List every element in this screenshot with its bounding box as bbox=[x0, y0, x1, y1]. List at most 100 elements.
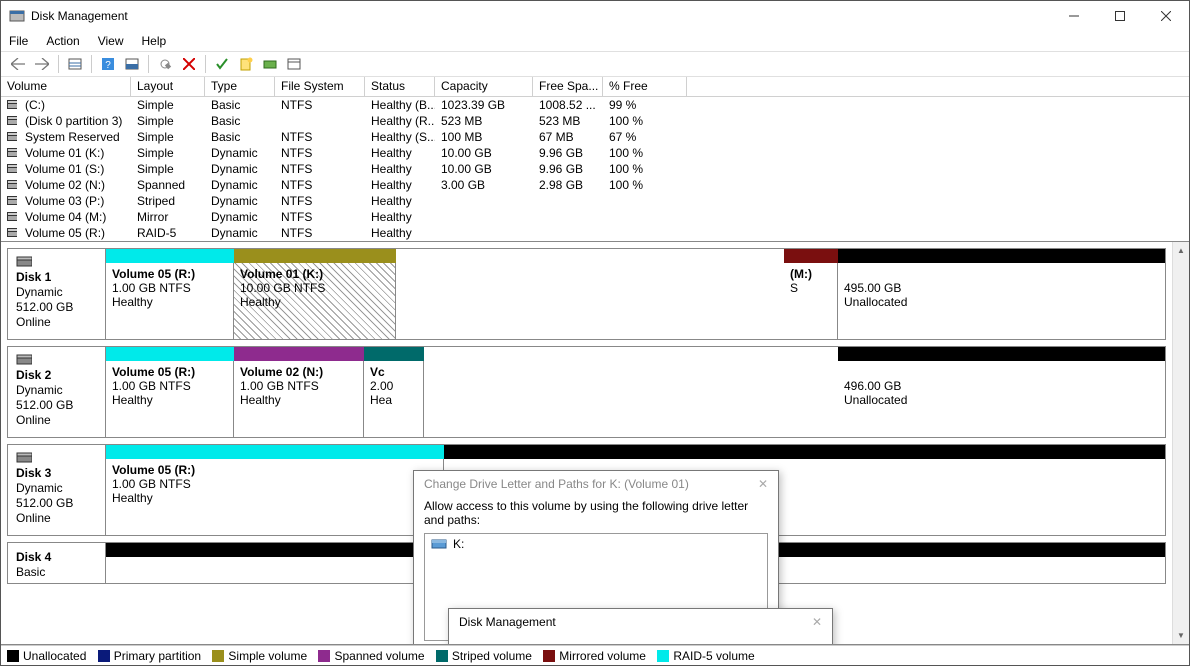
volume-type: Dynamic bbox=[205, 162, 275, 176]
volume-row[interactable]: Volume 05 (R:)RAID-5DynamicNTFSHealthy bbox=[1, 225, 1189, 241]
volume-status: Healthy bbox=[365, 226, 435, 240]
partition-size: 10.00 GB NTFS bbox=[240, 281, 389, 295]
col-volume[interactable]: Volume bbox=[1, 77, 131, 96]
maximize-button[interactable] bbox=[1097, 1, 1143, 31]
menu-view[interactable]: View bbox=[98, 34, 124, 48]
volume-name: Volume 01 (S:) bbox=[19, 162, 131, 176]
confirm-remove-dialog: Disk Management ✕ ! Some programs that r… bbox=[448, 608, 833, 645]
forward-button[interactable] bbox=[31, 53, 53, 75]
disk-header[interactable]: Disk 2 Dynamic 512.00 GB Online bbox=[8, 347, 106, 437]
partition-cell[interactable]: Volume 05 (R:) 1.00 GB NTFS Healthy bbox=[106, 263, 234, 339]
volume-layout: Spanned bbox=[131, 178, 205, 192]
drive-letter-entry: K: bbox=[453, 537, 464, 551]
volume-status: Healthy bbox=[365, 210, 435, 224]
disk-block: Disk 2 Dynamic 512.00 GB Online Volume 0… bbox=[7, 346, 1166, 438]
volume-pct: 100 % bbox=[603, 114, 687, 128]
volume-icon bbox=[1, 116, 19, 127]
volume-name: System Reserved bbox=[19, 130, 131, 144]
volume-row[interactable]: Volume 02 (N:)SpannedDynamicNTFSHealthy3… bbox=[1, 177, 1189, 193]
partition-cell[interactable]: (M:) S bbox=[784, 263, 838, 339]
volume-fs: NTFS bbox=[275, 162, 365, 176]
properties-button[interactable] bbox=[283, 53, 305, 75]
partition-size: 496.00 GB bbox=[844, 379, 1159, 393]
col-file-system[interactable]: File System bbox=[275, 77, 365, 96]
partition-unallocated[interactable]: 496.00 GB Unallocated bbox=[838, 361, 1165, 437]
volume-fs: NTFS bbox=[275, 226, 365, 240]
back-button[interactable] bbox=[7, 53, 29, 75]
volume-status: Healthy (S... bbox=[365, 130, 435, 144]
volume-row[interactable]: Volume 01 (K:)SimpleDynamicNTFSHealthy10… bbox=[1, 145, 1189, 161]
volume-name: Volume 04 (M:) bbox=[19, 210, 131, 224]
close-icon[interactable]: ✕ bbox=[758, 477, 768, 493]
volume-row[interactable]: (Disk 0 partition 3)SimpleBasicHealthy (… bbox=[1, 113, 1189, 129]
menu-file[interactable]: File bbox=[9, 34, 28, 48]
legend-swatch-simple bbox=[212, 650, 224, 662]
disk-header[interactable]: Disk 3 Dynamic 512.00 GB Online bbox=[8, 445, 106, 535]
new-button[interactable] bbox=[235, 53, 257, 75]
show-bottom-button[interactable] bbox=[121, 53, 143, 75]
partition-status: Unallocated bbox=[844, 295, 1159, 309]
volume-fs: NTFS bbox=[275, 210, 365, 224]
check-button[interactable] bbox=[211, 53, 233, 75]
close-icon[interactable]: ✕ bbox=[812, 615, 822, 631]
col-type[interactable]: Type bbox=[205, 77, 275, 96]
volume-name: (Disk 0 partition 3) bbox=[19, 114, 131, 128]
show-list-button[interactable] bbox=[64, 53, 86, 75]
col-pct-free[interactable]: % Free bbox=[603, 77, 687, 96]
help-button[interactable]: ? bbox=[97, 53, 119, 75]
volume-layout: Striped bbox=[131, 194, 205, 208]
volume-type: Basic bbox=[205, 98, 275, 112]
partition-size: S bbox=[790, 281, 831, 295]
partition-cell[interactable]: Vc 2.00 Hea bbox=[364, 361, 424, 437]
partition-status: Hea bbox=[370, 393, 417, 407]
menu-action[interactable]: Action bbox=[46, 34, 79, 48]
col-status[interactable]: Status bbox=[365, 77, 435, 96]
volume-type: Dynamic bbox=[205, 194, 275, 208]
scroll-up-button[interactable]: ▲ bbox=[1173, 242, 1189, 259]
delete-button[interactable] bbox=[178, 53, 200, 75]
disk-size: 512.00 GB bbox=[16, 300, 97, 314]
col-layout[interactable]: Layout bbox=[131, 77, 205, 96]
volume-type: Dynamic bbox=[205, 146, 275, 160]
partition-cell[interactable]: Volume 02 (N:) 1.00 GB NTFS Healthy bbox=[234, 361, 364, 437]
partition-name: Volume 05 (R:) bbox=[112, 463, 437, 477]
disk-state: Online bbox=[16, 315, 97, 329]
volume-layout: Simple bbox=[131, 162, 205, 176]
disk-type: Dynamic bbox=[16, 481, 97, 495]
col-free-space[interactable]: Free Spa... bbox=[533, 77, 603, 96]
volume-capacity: 3.00 GB bbox=[435, 178, 533, 192]
drive-icon bbox=[431, 537, 447, 551]
col-capacity[interactable]: Capacity bbox=[435, 77, 533, 96]
volume-pct: 100 % bbox=[603, 162, 687, 176]
volume-pct: 100 % bbox=[603, 146, 687, 160]
volume-capacity: 100 MB bbox=[435, 130, 533, 144]
partition-name: Volume 02 (N:) bbox=[240, 365, 357, 379]
volume-type: Basic bbox=[205, 130, 275, 144]
partition-cell[interactable]: Volume 05 (R:) 1.00 GB NTFS Healthy bbox=[106, 459, 444, 535]
disk-header[interactable]: Disk 4 Basic bbox=[8, 543, 106, 583]
close-button[interactable] bbox=[1143, 1, 1189, 31]
legend-label: Simple volume bbox=[228, 649, 307, 663]
menu-help[interactable]: Help bbox=[142, 34, 167, 48]
partition-cell-selected[interactable]: Volume 01 (K:) 10.00 GB NTFS Healthy bbox=[234, 263, 396, 339]
legend-swatch-mirrored bbox=[543, 650, 555, 662]
partition-cell[interactable]: Volume 05 (R:) 1.00 GB NTFS Healthy bbox=[106, 361, 234, 437]
volume-row[interactable]: Volume 03 (P:)StripedDynamicNTFSHealthy bbox=[1, 193, 1189, 209]
volume-free: 9.96 GB bbox=[533, 146, 603, 160]
volume-row[interactable]: (C:)SimpleBasicNTFSHealthy (B...1023.39 … bbox=[1, 97, 1189, 113]
volume-row[interactable]: System ReservedSimpleBasicNTFSHealthy (S… bbox=[1, 129, 1189, 145]
volume-layout: Simple bbox=[131, 114, 205, 128]
volume-row[interactable]: Volume 04 (M:)MirrorDynamicNTFSHealthy bbox=[1, 209, 1189, 225]
minimize-button[interactable] bbox=[1051, 1, 1097, 31]
volume-row[interactable]: Volume 01 (S:)SimpleDynamicNTFSHealthy10… bbox=[1, 161, 1189, 177]
settings-button[interactable] bbox=[154, 53, 176, 75]
dialog-title: Disk Management bbox=[459, 615, 556, 631]
disk-type: Dynamic bbox=[16, 285, 97, 299]
partition-unallocated[interactable]: 495.00 GB Unallocated bbox=[838, 263, 1165, 339]
vertical-scrollbar[interactable]: ▲ ▼ bbox=[1172, 242, 1189, 644]
volume-button[interactable] bbox=[259, 53, 281, 75]
scroll-down-button[interactable]: ▼ bbox=[1173, 627, 1189, 644]
legend-label: Spanned volume bbox=[334, 649, 424, 663]
volume-pct: 100 % bbox=[603, 178, 687, 192]
disk-header[interactable]: Disk 1 Dynamic 512.00 GB Online bbox=[8, 249, 106, 339]
